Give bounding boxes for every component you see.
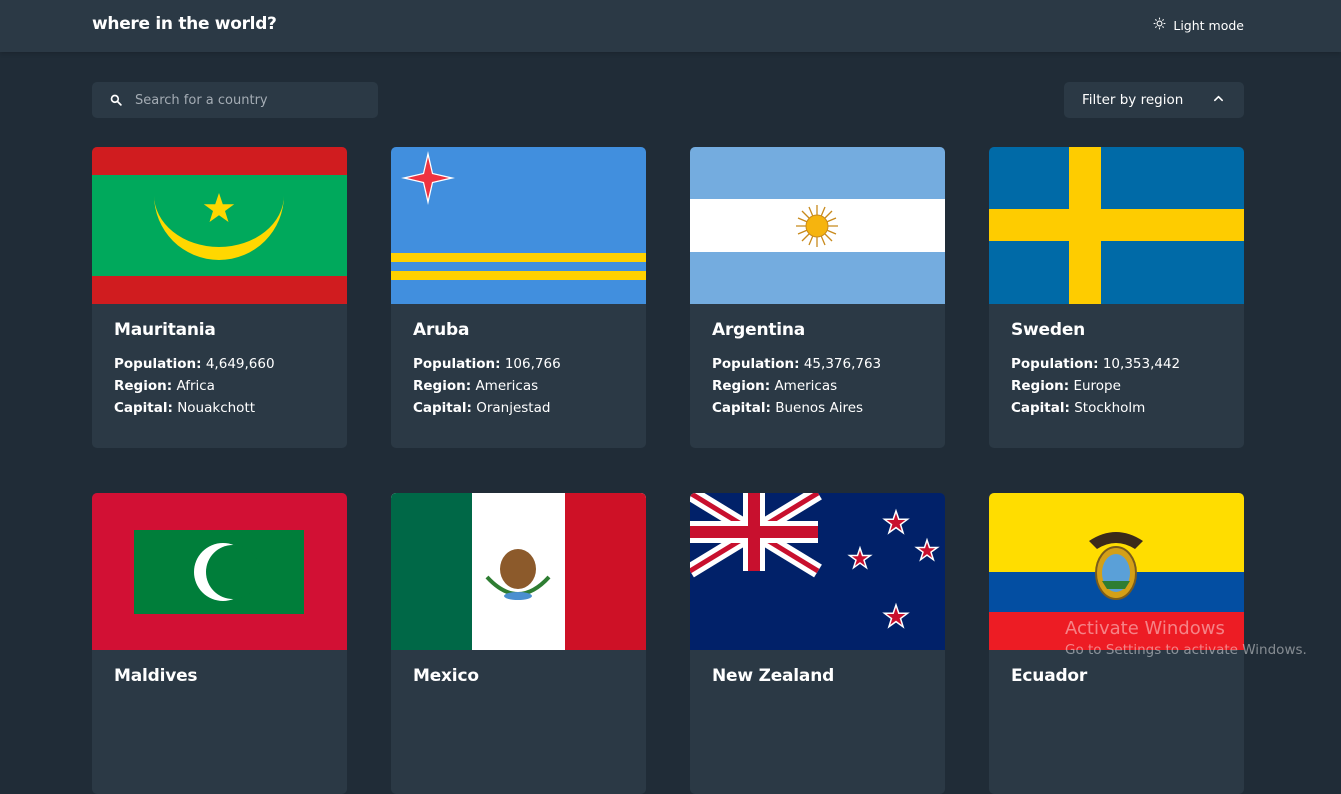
chevron-up-icon: [1213, 92, 1224, 108]
flag-aruba: [391, 147, 646, 304]
country-card-argentina[interactable]: Argentina Population: 45,376,763 Region:…: [690, 147, 945, 448]
flag-mauritania: [92, 147, 347, 304]
flag-maldives: [92, 493, 347, 650]
capital-stat: Capital: Oranjestad: [413, 400, 551, 416]
flag-sweden: [989, 147, 1244, 304]
flag-mexico: [391, 493, 646, 650]
population-stat: Population: 106,766: [413, 356, 561, 372]
app-title: where in the world?: [92, 14, 277, 34]
top-header: where in the world? Light mode: [0, 0, 1341, 52]
country-name: Mexico: [413, 666, 479, 686]
country-name: Sweden: [1011, 320, 1086, 340]
country-name: Aruba: [413, 320, 470, 340]
search-icon: [110, 91, 135, 110]
flag-new-zealand: [690, 493, 945, 650]
capital-stat: Capital: Stockholm: [1011, 400, 1146, 416]
country-name: New Zealand: [712, 666, 835, 686]
country-card-mauritania[interactable]: Mauritania Population: 4,649,660 Region:…: [92, 147, 347, 448]
country-name: Mauritania: [114, 320, 216, 340]
population-stat: Population: 10,353,442: [1011, 356, 1181, 372]
capital-stat: Capital: Nouakchott: [114, 400, 256, 416]
country-name: Ecuador: [1011, 666, 1088, 686]
population-stat: Population: 4,649,660: [114, 356, 275, 372]
region-stat: Region: Europe: [1011, 378, 1121, 394]
country-name: Maldives: [114, 666, 198, 686]
region-filter-label: Filter by region: [1082, 92, 1184, 108]
sun-icon: [1153, 17, 1166, 33]
search-box[interactable]: [92, 82, 378, 118]
country-name: Argentina: [712, 320, 806, 340]
region-filter-dropdown[interactable]: Filter by region: [1064, 82, 1244, 118]
flag-argentina: [690, 147, 945, 304]
country-card-aruba[interactable]: Aruba Population: 106,766 Region: Americ…: [391, 147, 646, 448]
search-input[interactable]: [135, 92, 365, 108]
flag-ecuador: [989, 493, 1244, 650]
theme-toggle-label: Light mode: [1173, 17, 1244, 33]
region-stat: Region: Americas: [413, 378, 539, 394]
country-card-sweden[interactable]: Sweden Population: 10,353,442 Region: Eu…: [989, 147, 1244, 448]
region-stat: Region: Africa: [114, 378, 215, 394]
region-stat: Region: Americas: [712, 378, 838, 394]
country-card-mexico[interactable]: Mexico: [391, 493, 646, 794]
country-card-maldives[interactable]: Maldives: [92, 493, 347, 794]
country-card-new-zealand[interactable]: New Zealand: [690, 493, 945, 794]
country-card-ecuador[interactable]: Ecuador: [989, 493, 1244, 794]
capital-stat: Capital: Buenos Aires: [712, 400, 864, 416]
population-stat: Population: 45,376,763: [712, 356, 882, 372]
theme-toggle-button[interactable]: Light mode: [1153, 17, 1244, 33]
